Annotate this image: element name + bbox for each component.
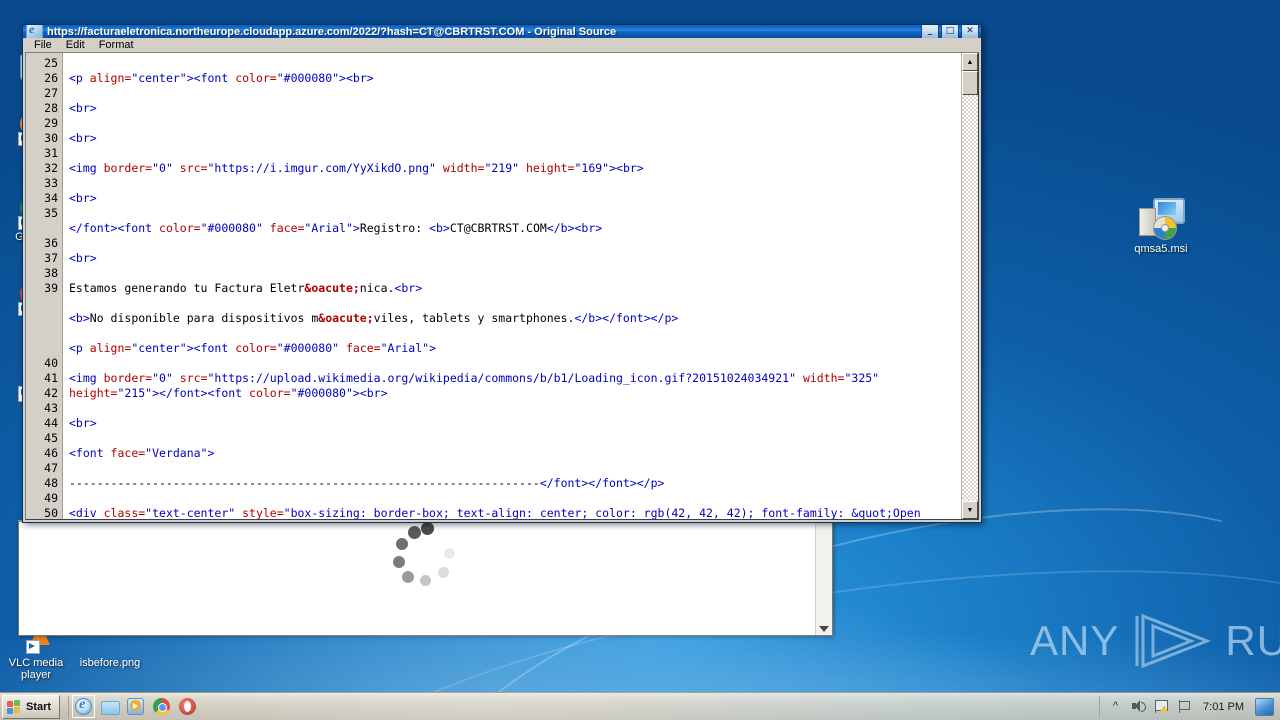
code-line: <img border="0" src="https://i.imgur.com… (69, 161, 644, 176)
network-flag-icon[interactable] (1177, 699, 1192, 714)
line-number: 49 (44, 491, 58, 506)
scrollbar-track[interactable] (962, 95, 978, 501)
desktop-icon-label: isbefore.png (79, 657, 141, 669)
code-line: <br> (69, 416, 97, 431)
code-line: <p align="center"><font color="#000080" … (69, 341, 436, 356)
taskbar-chrome-icon[interactable] (153, 698, 171, 715)
line-number: 26 (44, 71, 58, 86)
line-number: 38 (44, 266, 58, 281)
start-button-label: Start (26, 700, 52, 713)
desktop-icon-label: VLC media player (8, 657, 64, 681)
menu-item-format[interactable]: Format (92, 38, 141, 52)
taskbar-media-player-icon[interactable] (127, 698, 145, 715)
line-number: 33 (44, 176, 58, 191)
maximize-button[interactable]: □ (941, 25, 959, 39)
line-number: 27 (44, 86, 58, 101)
taskbar-internet-explorer-icon[interactable]: e (72, 695, 96, 718)
code-line: <img border="0" src="https://upload.wiki… (69, 371, 887, 401)
line-number: 40 (44, 356, 58, 371)
line-number: 29 (44, 116, 58, 131)
line-number: 28 (44, 101, 58, 116)
line-number-continuation (26, 221, 58, 236)
close-button[interactable]: ✕ (961, 25, 979, 39)
line-number: 45 (44, 431, 58, 446)
system-tray[interactable]: ^ 7:01 PM (1099, 695, 1280, 718)
line-number: 39 (44, 281, 58, 296)
quick-launch-bar[interactable]: e (68, 695, 197, 718)
window-titlebar[interactable]: https://facturaeletronica.northeurope.cl… (23, 25, 981, 39)
line-number: 34 (44, 191, 58, 206)
scrollbar-thumb[interactable] (962, 71, 978, 96)
line-number: 37 (44, 251, 58, 266)
scroll-up-button[interactable]: ▲ (962, 53, 978, 72)
menu-item-edit[interactable]: Edit (59, 38, 92, 52)
line-number: 47 (44, 461, 58, 476)
code-line: <b>No disponible para dispositivos m&oac… (69, 311, 679, 326)
watermark-text-right: RUN (1225, 617, 1280, 664)
line-number-continuation (26, 326, 58, 341)
msi-installer-icon (1139, 198, 1185, 240)
line-number: 46 (44, 446, 58, 461)
menu-item-file[interactable]: File (27, 38, 59, 52)
line-number: 30 (44, 131, 58, 146)
window-controls[interactable]: _ □ ✕ (921, 25, 979, 39)
desktop[interactable]: Re F G Ch CCl (0, 0, 1280, 720)
shortcut-arrow-icon (26, 640, 40, 654)
line-number: 25 (44, 56, 58, 71)
loading-spinner-icon (388, 518, 460, 590)
line-number: 48 (44, 476, 58, 491)
code-line: <br> (69, 101, 97, 116)
window-title: https://facturaeletronica.northeurope.cl… (47, 25, 617, 38)
line-number: 50 (44, 506, 58, 519)
line-number: 36 (44, 236, 58, 251)
speaker-icon[interactable] (1131, 699, 1147, 714)
scroll-down-button[interactable]: ▼ (962, 501, 978, 519)
start-button[interactable]: Start (2, 694, 61, 719)
code-line: ----------------------------------------… (69, 476, 665, 491)
anyrun-watermark: ANY RUN (1030, 612, 1280, 670)
line-number: 32 (44, 161, 58, 176)
code-line: <br> (69, 251, 97, 266)
line-number: 31 (44, 146, 58, 161)
desktop-icon-label: qmsa5.msi (1134, 243, 1188, 255)
code-line: <p align="center"><font color="#000080">… (69, 71, 374, 86)
source-text-area[interactable]: 25 26 27 28 29 30 31 32 33 34 35 36 37 38 39 40 41 42 43… (25, 52, 979, 520)
line-number: 42 (44, 386, 58, 401)
code-line: Estamos generando tu Factura Eletr&oacut… (69, 281, 423, 296)
line-number: 44 (44, 416, 58, 431)
code-viewport[interactable]: 25 26 27 28 29 30 31 32 33 34 35 36 37 38 39 40 41 42 43… (26, 53, 961, 519)
view-source-window[interactable]: https://facturaeletronica.northeurope.cl… (22, 24, 982, 523)
line-number-gutter: 25 26 27 28 29 30 31 32 33 34 35 36 37 38 39 40 41 42 43… (26, 53, 63, 519)
desktop-icon-qmsa5-msi[interactable]: qmsa5.msi (1122, 198, 1200, 255)
taskbar-clock[interactable]: 7:01 PM (1200, 701, 1247, 713)
chevron-up-icon[interactable]: ^ (1108, 699, 1123, 714)
code-line: <font face="Verdana"> (69, 446, 215, 461)
code-line: <div class="text-center" style="box-sizi… (69, 506, 921, 519)
browser-vertical-scrollbar[interactable] (815, 522, 832, 635)
menu-bar[interactable]: File Edit Format (23, 38, 981, 53)
line-number: 43 (44, 401, 58, 416)
taskbar-opera-icon[interactable] (179, 698, 197, 715)
internet-explorer-icon (26, 25, 43, 39)
code-line: <br> (69, 131, 97, 146)
watermark-text-left: ANY (1030, 617, 1120, 664)
code-line: </font><font color="#000080" face="Arial… (69, 221, 603, 236)
flag-warning-icon[interactable] (1154, 699, 1169, 714)
taskbar-folder-icon[interactable] (101, 698, 121, 715)
line-number-continuation (26, 296, 58, 311)
line-number-continuation (26, 311, 58, 326)
minimize-button[interactable]: _ (921, 25, 939, 39)
chevron-down-icon[interactable] (819, 626, 829, 632)
line-number: 41 (44, 371, 58, 386)
code-line: <br> (69, 191, 97, 206)
play-triangle-logo (1135, 613, 1212, 669)
source-code-text[interactable]: <p align="center"><font color="#000080">… (63, 53, 961, 519)
windows-flag-icon (7, 699, 22, 714)
taskbar[interactable]: Start e ^ 7:01 PM (0, 692, 1280, 720)
show-desktop-button[interactable] (1255, 697, 1274, 716)
line-number-continuation (26, 341, 58, 356)
source-vertical-scrollbar[interactable]: ▲ ▼ (961, 53, 978, 519)
line-number: 35 (44, 206, 58, 221)
